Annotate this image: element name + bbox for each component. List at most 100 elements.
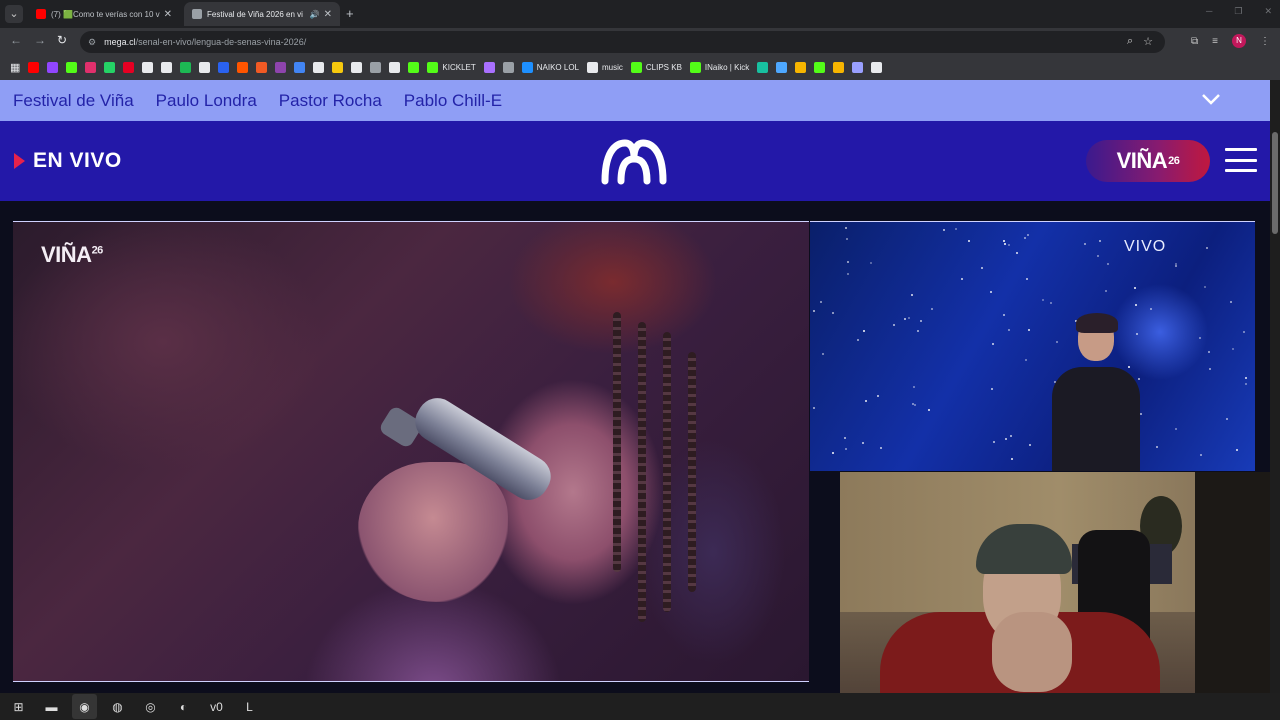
- whatsapp-bookmark[interactable]: [102, 59, 117, 77]
- instagram-bookmark[interactable]: [83, 59, 98, 77]
- x-icon: [142, 62, 154, 73]
- url-text[interactable]: mega.cl/senal-en-vivo/lengua-de-senas-vi…: [104, 37, 306, 47]
- green-box-bookmark[interactable]: [812, 59, 827, 77]
- soundcloud-bookmark[interactable]: [235, 59, 250, 77]
- swirl-bookmark[interactable]: [850, 59, 865, 77]
- youtube-bookmark[interactable]: [26, 59, 41, 77]
- teal-bookmark[interactable]: [755, 59, 770, 77]
- sign-language-video[interactable]: VIVO: [810, 221, 1255, 471]
- url-path: /senal-en-vivo/lengua-de-senas-vina-2026…: [135, 37, 307, 47]
- star-dot: [1135, 304, 1137, 306]
- mega-logo[interactable]: [601, 137, 667, 185]
- star-dot: [908, 317, 910, 319]
- tab-youtube[interactable]: (7) 🟩Como te verías con 10 ve ✕: [28, 2, 180, 26]
- maximize-icon[interactable]: ❐: [1234, 6, 1242, 17]
- star-dot: [1208, 351, 1210, 353]
- profile-avatar[interactable]: N: [1232, 34, 1246, 48]
- site-info-icon[interactable]: ⚙: [88, 37, 96, 48]
- bookmark-star-icon[interactable]: ☆: [1143, 35, 1153, 48]
- obs-button[interactable]: ◍: [105, 694, 130, 719]
- tab-festival-vina[interactable]: Festival de Viña 2026 en vi 🔊 ✕: [184, 2, 340, 26]
- star-dot: [1209, 368, 1211, 370]
- u-bookmark[interactable]: [831, 59, 846, 77]
- spotify-button[interactable]: ◎: [138, 694, 163, 719]
- main-video-player[interactable]: VIÑA26: [13, 221, 809, 682]
- tab-search-button[interactable]: ⌄: [5, 5, 23, 23]
- reload-icon[interactable]: ↻: [57, 33, 67, 47]
- star-dot: [880, 447, 882, 449]
- close-tab-icon[interactable]: ✕: [324, 9, 332, 20]
- star-dot: [865, 400, 867, 402]
- hamburger-menu-icon[interactable]: [1225, 148, 1257, 172]
- new-tab-button[interactable]: +: [346, 6, 354, 21]
- nav-festival-vina[interactable]: Festival de Viña: [13, 91, 134, 111]
- x-bookmark[interactable]: [140, 59, 155, 77]
- audio-playing-icon[interactable]: 🔊: [310, 10, 320, 19]
- blue-bookmark[interactable]: [216, 59, 231, 77]
- diamond-bookmark[interactable]: [387, 59, 402, 77]
- twitch-icon: [47, 62, 59, 73]
- r-bookmark[interactable]: [793, 59, 808, 77]
- shield-bookmark[interactable]: [501, 59, 516, 77]
- apps-icon[interactable]: ▦: [8, 59, 22, 77]
- star-dot: [1003, 314, 1005, 316]
- naiko-lol-bookmark[interactable]: NAIKO LOL: [520, 59, 581, 77]
- star-dot: [1084, 243, 1086, 245]
- violet-bookmark[interactable]: [482, 59, 497, 77]
- spotify-bookmark[interactable]: [178, 59, 193, 77]
- close-tab-icon[interactable]: ✕: [164, 9, 172, 20]
- image-bookmark[interactable]: [368, 59, 383, 77]
- close-window-icon[interactable]: ✕: [1264, 6, 1272, 17]
- s-bookmark[interactable]: [197, 59, 212, 77]
- naiko-lol-icon: [521, 62, 533, 73]
- zoom-icon[interactable]: ⌕: [1127, 35, 1133, 48]
- nav-pablo-chill-e[interactable]: Pablo Chill-E: [404, 91, 502, 111]
- minimize-icon[interactable]: ─: [1206, 6, 1212, 17]
- nav-pastor-rocha[interactable]: Pastor Rocha: [279, 91, 382, 111]
- live-link[interactable]: EN VIVO: [14, 149, 122, 173]
- purple-bookmark[interactable]: [273, 59, 288, 77]
- menu-kebab-icon[interactable]: ⋮: [1260, 36, 1270, 47]
- yellow-bookmark[interactable]: [330, 59, 345, 77]
- cat-icon: [351, 62, 363, 73]
- pinterest-bookmark[interactable]: [121, 59, 136, 77]
- music-bookmark[interactable]: music: [585, 59, 625, 77]
- stats-bookmark[interactable]: [774, 59, 789, 77]
- chevron-down-icon[interactable]: [1200, 88, 1222, 110]
- scrollbar-thumb[interactable]: [1272, 132, 1278, 234]
- twitch-bookmark[interactable]: [45, 59, 60, 77]
- nav-paulo-londra[interactable]: Paulo Londra: [156, 91, 257, 111]
- forward-arrow-icon[interactable]: →: [34, 33, 46, 47]
- clips-kb-bookmark[interactable]: CLIPS KB: [629, 59, 684, 77]
- generic-bookmark[interactable]: [869, 59, 884, 77]
- whatsapp-icon: [104, 62, 116, 73]
- file-explorer-button[interactable]: ▬: [39, 694, 64, 719]
- kicklet-bookmark[interactable]: KICKLET: [425, 59, 477, 77]
- star-dot: [1243, 331, 1245, 333]
- kicklet-green-bookmark[interactable]: [406, 59, 421, 77]
- vina-badge[interactable]: VIÑA 26: [1086, 140, 1210, 182]
- tiktok-bookmark[interactable]: [159, 59, 174, 77]
- kick-bookmark[interactable]: [64, 59, 79, 77]
- extensions-icon[interactable]: ⧉: [1191, 36, 1198, 47]
- star-dot: [847, 261, 849, 263]
- streamer-hand: [992, 612, 1072, 692]
- cat-bookmark[interactable]: [349, 59, 364, 77]
- app-v0-button[interactable]: v0: [204, 694, 229, 719]
- search-bookmark[interactable]: [292, 59, 307, 77]
- orange-bookmark[interactable]: [254, 59, 269, 77]
- address-bar[interactable]: ⚙ mega.cl/senal-en-vivo/lengua-de-senas-…: [80, 31, 1165, 53]
- star-dot: [1025, 359, 1027, 361]
- instagram-icon: [85, 62, 97, 73]
- star-dot: [1026, 278, 1028, 280]
- start-button[interactable]: ⊞: [6, 694, 31, 719]
- naiko-kick-bookmark[interactable]: INaiko | Kick: [688, 59, 751, 77]
- page-scrollbar[interactable]: [1270, 80, 1280, 693]
- league-button[interactable]: L: [237, 694, 262, 719]
- kicklet-green-icon: [408, 62, 420, 73]
- discord-button[interactable]: ◐: [171, 694, 196, 719]
- circle-bookmark[interactable]: [311, 59, 326, 77]
- media-control-icon[interactable]: ≡: [1212, 36, 1218, 47]
- back-arrow-icon[interactable]: ←: [10, 33, 22, 47]
- chrome-button[interactable]: ◉: [72, 694, 97, 719]
